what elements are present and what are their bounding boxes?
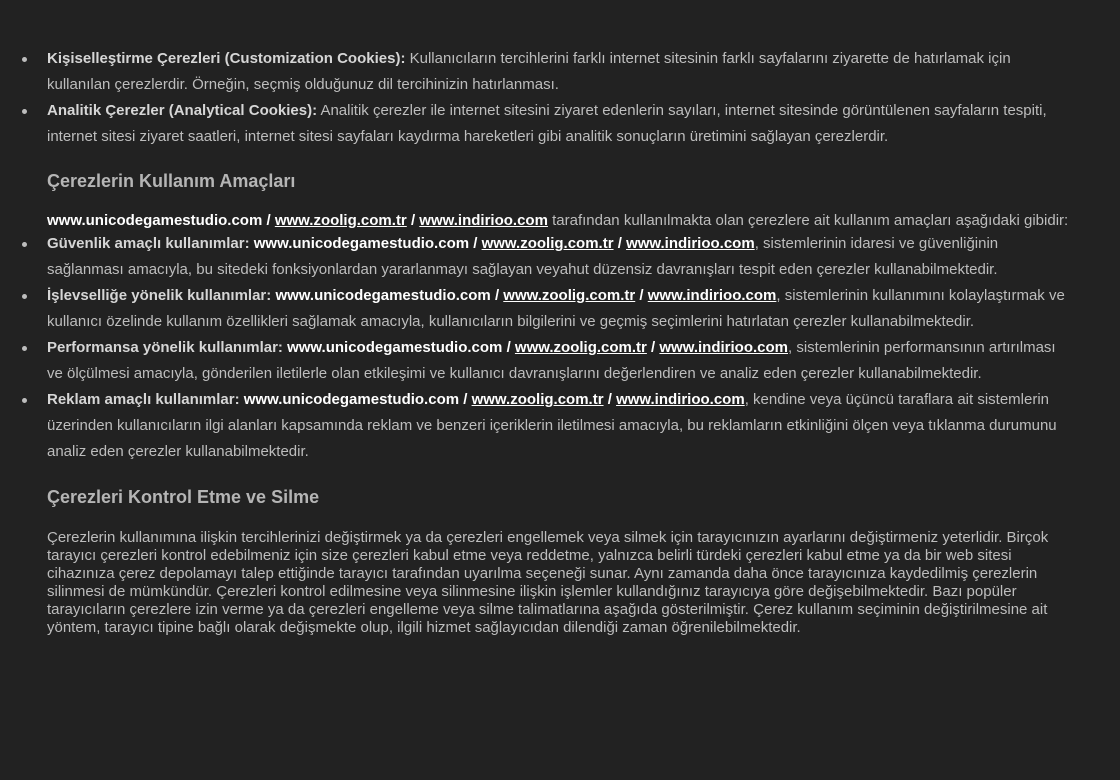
zoolig-link[interactable]: www.zoolig.com.tr [503,287,635,304]
separator: / [639,287,644,304]
bullet-icon [22,57,27,62]
cookie-types-list: Kişiselleştirme Çerezleri (Customization… [0,46,1120,150]
bullet-icon [22,398,27,403]
separator: / [607,391,612,408]
zoolig-link[interactable]: www.zoolig.com.tr [482,235,614,252]
item-label: Analitik Çerezler (Analytical Cookies): [47,102,318,119]
list-item: Kişiselleştirme Çerezleri (Customization… [0,46,1120,98]
intro-text: tarafından kullanılmakta olan çerezlere … [552,212,1069,229]
zoolig-link[interactable]: www.zoolig.com.tr [515,339,647,356]
separator: / [463,391,468,408]
separator: / [266,212,271,229]
separator: / [410,212,416,229]
site-name: www.unicodegamestudio.com [275,287,491,304]
indirioo-link[interactable]: www.indirioo.com [626,235,755,252]
site-name: www.unicodegamestudio.com [243,391,460,408]
item-label: Kişiselleştirme Çerezleri (Customization… [47,50,406,67]
cookie-policy-content: Kişiselleştirme Çerezleri (Customization… [0,0,1120,637]
separator: / [617,235,622,252]
usage-purposes-list: Güvenlik amaçlı kullanımlar: www.unicode… [0,231,1120,465]
bullet-icon [22,294,27,299]
bullet-icon [22,346,27,351]
separator: / [473,235,478,252]
site-name: www.unicodegamestudio.com [253,235,470,252]
indirioo-link[interactable]: www.indirioo.com [648,287,777,304]
item-label: Performansa yönelik kullanımlar: [47,339,283,356]
item-label: Güvenlik amaçlı kullanımlar: [47,235,250,252]
indirioo-link[interactable]: www.indirioo.com [659,339,788,356]
bullet-icon [22,109,27,114]
zoolig-link[interactable]: www.zoolig.com.tr [472,391,604,408]
indirioo-link[interactable]: www.indirioo.com [616,391,745,408]
bullet-icon [22,242,27,247]
item-label: Reklam amaçlı kullanımlar: [47,391,240,408]
site-name: www.unicodegamestudio.com [287,339,503,356]
item-label: İşlevselliğe yönelik kullanımlar: [47,287,272,304]
site-name: www.unicodegamestudio.com [47,212,263,229]
list-item: İşlevselliğe yönelik kullanımlar: www.un… [0,283,1120,335]
list-item: Güvenlik amaçlı kullanımlar: www.unicode… [0,231,1120,283]
usage-intro: www.unicodegamestudio.com / www.zoolig.c… [0,212,1120,230]
separator: / [651,339,656,356]
section-heading-control: Çerezleri Kontrol Etme ve Silme [47,487,320,507]
list-item: Analitik Çerezler (Analytical Cookies): … [0,98,1120,150]
control-paragraph: Çerezlerin kullanımına ilişkin tercihler… [47,529,1049,636]
list-item: Reklam amaçlı kullanımlar: www.unicodega… [0,387,1120,465]
section-heading-usage: Çerezlerin Kullanım Amaçları [47,171,296,191]
separator: / [506,339,511,356]
zoolig-link[interactable]: www.zoolig.com.tr [275,212,407,229]
list-item: Performansa yönelik kullanımlar: www.uni… [0,335,1120,387]
separator: / [494,287,500,304]
indirioo-link[interactable]: www.indirioo.com [419,212,548,229]
